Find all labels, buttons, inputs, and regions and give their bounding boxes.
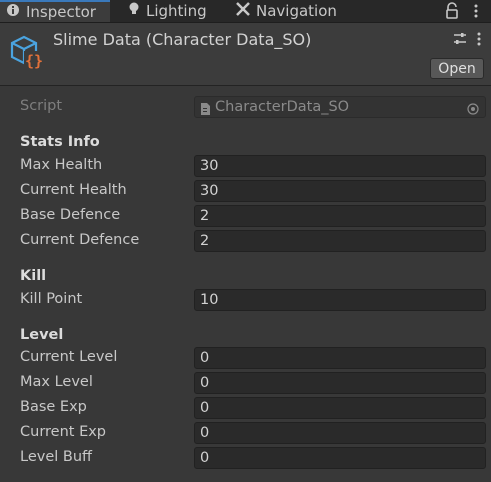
field-label: Kill Point <box>20 291 83 307</box>
base-defence-input[interactable]: 2 <box>194 205 486 227</box>
field-row-max-health: Max Health 30 <box>0 155 491 177</box>
tab-navigation[interactable]: Navigation <box>234 0 354 22</box>
inspector-header: {} Slime Data (Character Data_SO) Open <box>0 23 491 86</box>
field-label: Max Health <box>20 157 103 173</box>
current-defence-input[interactable]: 2 <box>194 230 486 252</box>
max-health-input[interactable]: 30 <box>194 155 486 177</box>
script-label: Script <box>20 98 63 114</box>
section-header-kill: Kill <box>20 268 47 284</box>
tab-lighting[interactable]: Lighting <box>122 0 230 22</box>
asset-title: Slime Data (Character Data_SO) <box>53 30 312 49</box>
navigation-icon <box>236 0 250 22</box>
section-header-level: Level <box>20 327 64 343</box>
current-health-input[interactable]: 30 <box>194 180 486 202</box>
info-icon <box>6 2 20 22</box>
tab-label: Inspector <box>26 3 96 21</box>
object-picker-icon[interactable] <box>467 101 479 115</box>
more-options-icon[interactable] <box>470 3 482 19</box>
script-field[interactable]: CharacterData_SO <box>194 96 486 118</box>
script-file-icon <box>200 101 210 115</box>
tab-bar: Inspector Lighting Navigation <box>0 0 491 23</box>
field-label: Current Health <box>20 182 127 198</box>
field-label: Level Buff <box>20 449 93 465</box>
scriptable-object-icon: {} <box>8 33 46 71</box>
field-row-level-buff: Level Buff 0 <box>0 447 491 469</box>
level-buff-input[interactable]: 0 <box>194 447 486 469</box>
field-row-current-level: Current Level 0 <box>0 347 491 369</box>
open-button[interactable]: Open <box>430 58 484 79</box>
field-row-max-level: Max Level 0 <box>0 372 491 394</box>
script-value: CharacterData_SO <box>215 99 350 115</box>
field-label: Current Exp <box>20 424 107 440</box>
context-menu-icon[interactable] <box>474 31 484 47</box>
max-level-input[interactable]: 0 <box>194 372 486 394</box>
section-header-stats: Stats Info <box>20 134 100 150</box>
kill-point-input[interactable]: 10 <box>194 289 486 311</box>
current-level-input[interactable]: 0 <box>194 347 486 369</box>
field-label: Current Defence <box>20 232 140 248</box>
tab-label: Navigation <box>256 2 337 20</box>
field-row-current-health: Current Health 30 <box>0 180 491 202</box>
svg-text:{}: {} <box>25 52 43 70</box>
field-row-base-defence: Base Defence 2 <box>0 205 491 227</box>
lock-icon[interactable] <box>444 2 460 20</box>
field-row-current-exp: Current Exp 0 <box>0 422 491 444</box>
field-row-current-defence: Current Defence 2 <box>0 230 491 252</box>
field-row-base-exp: Base Exp 0 <box>0 397 491 419</box>
script-row: Script CharacterData_SO <box>0 96 491 118</box>
presets-icon[interactable] <box>452 31 468 47</box>
base-exp-input[interactable]: 0 <box>194 397 486 419</box>
field-label: Base Defence <box>20 207 121 223</box>
field-label: Current Level <box>20 349 118 365</box>
tab-inspector[interactable]: Inspector <box>0 0 110 22</box>
field-label: Max Level <box>20 374 93 390</box>
current-exp-input[interactable]: 0 <box>194 422 486 444</box>
field-label: Base Exp <box>20 399 87 415</box>
bulb-icon <box>128 0 140 22</box>
tab-label: Lighting <box>146 2 207 20</box>
field-row-kill-point: Kill Point 10 <box>0 289 491 311</box>
